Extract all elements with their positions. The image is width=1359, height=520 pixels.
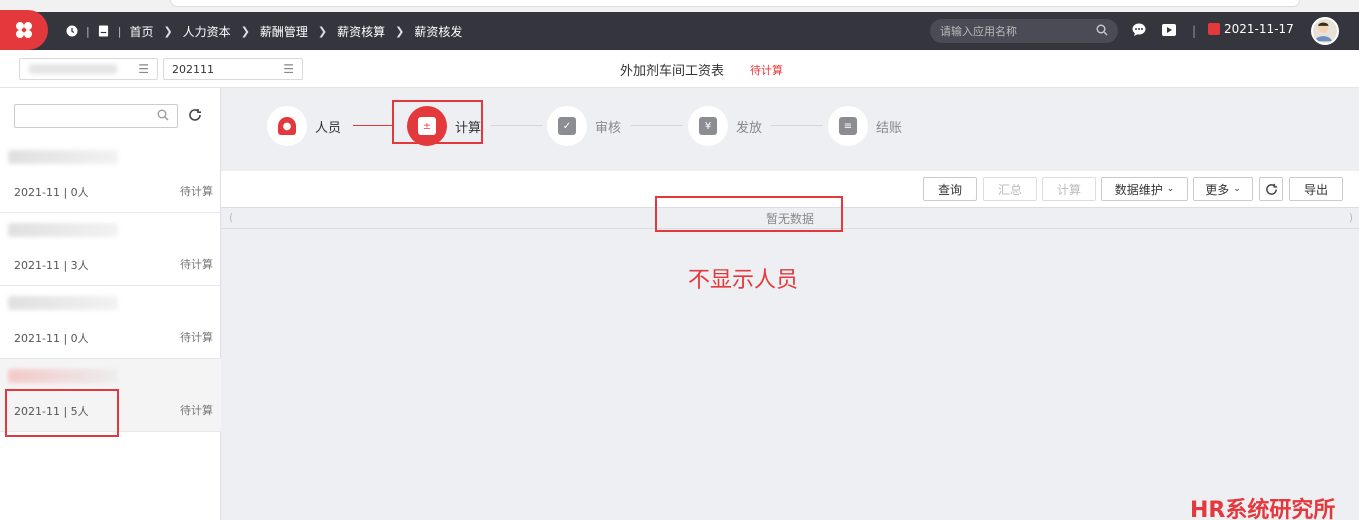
list-search-input[interactable]	[14, 104, 178, 128]
annotation-box-selected-item	[5, 389, 119, 437]
history-clock-icon[interactable]	[66, 25, 78, 37]
list-item[interactable]: 2021-11 | 3人 待计算	[0, 213, 221, 286]
refresh-icon	[1265, 183, 1277, 195]
document-icon[interactable]	[98, 25, 110, 37]
page-title: 外加剂车间工资表	[620, 64, 725, 79]
refresh-icon[interactable]	[188, 108, 202, 126]
annotation-box-empty	[655, 196, 843, 232]
period-select[interactable]: 202111 ☰	[163, 58, 303, 80]
message-icon[interactable]	[1132, 23, 1146, 40]
blurred-item-name	[8, 150, 118, 164]
data-maintain-label: 数据维护	[1114, 182, 1163, 197]
browser-strip	[0, 0, 1359, 12]
list-item-meta: 2021-11 | 3人	[14, 259, 89, 272]
breadcrumb-compensation[interactable]: 薪酬管理	[260, 23, 308, 40]
step-connector	[771, 125, 823, 126]
step-label: 发放	[736, 120, 763, 136]
list-icon: ☰	[138, 62, 149, 76]
step-connector	[491, 125, 543, 126]
list-item-status: 待计算	[180, 185, 213, 198]
status-badge: 待计算	[750, 64, 783, 77]
main-content: ● 人员 ± 计算 ✓ 审核 ¥ 发放 ≡ 结账 查询 汇总 计算 数据维护 ⌄…	[221, 88, 1359, 520]
calendar-icon	[1208, 23, 1220, 35]
more-label: 更多	[1205, 182, 1230, 197]
step-review[interactable]: ✓ 审核	[547, 106, 621, 146]
list-item-status: 待计算	[180, 258, 213, 271]
header-divider: |	[1192, 24, 1197, 38]
sub-header: ☰ 202111 ☰ 外加剂车间工资表 待计算	[0, 50, 1359, 88]
video-icon[interactable]	[1162, 23, 1176, 40]
clipboard-check-icon: ✓	[558, 117, 576, 135]
list-item[interactable]: 2021-11 | 0人 待计算	[0, 286, 221, 359]
blurred-item-name	[8, 296, 118, 310]
chevron-down-icon: ⌄	[1166, 184, 1175, 194]
payroll-list-panel: 2021-11 | 0人 待计算 2021-11 | 3人 待计算 2021-1…	[0, 88, 221, 520]
step-close-account[interactable]: ≡ 结账	[828, 106, 902, 146]
blurred-item-name	[8, 369, 118, 383]
breadcrumb-payroll-accounting[interactable]: 薪资核算	[337, 23, 385, 40]
breadcrumb-payroll-issuing[interactable]: 薪资核发	[414, 23, 462, 40]
calculate-button[interactable]: 计算	[1042, 177, 1096, 201]
breadcrumb-home[interactable]: 首页	[129, 23, 153, 40]
chevron-right-icon: ❯	[395, 24, 405, 38]
blurred-item-name	[8, 223, 118, 237]
header-icons: |	[1132, 23, 1196, 39]
search-placeholder: 请输入应用名称	[940, 25, 1017, 38]
annotation-text: 不显示人员	[688, 268, 799, 293]
list-item-meta: 2021-11 | 0人	[14, 332, 89, 345]
grid-refresh-button[interactable]	[1259, 177, 1283, 201]
list-item-status: 待计算	[180, 331, 213, 344]
chevron-right-icon: ❯	[163, 24, 173, 38]
person-icon: ●	[278, 117, 296, 135]
more-button[interactable]: 更多 ⌄	[1193, 177, 1253, 201]
ledger-icon: ≡	[839, 117, 857, 135]
top-header: | | 首页 ❯ 人力资本 ❯ 薪酬管理 ❯ 薪资核算 ❯ 薪资核发 请输入应用…	[0, 0, 1359, 50]
period-value: 202111	[172, 62, 214, 76]
avatar[interactable]	[1311, 17, 1339, 45]
blurred-org-name	[28, 64, 118, 74]
chevron-down-icon: ⌄	[1233, 184, 1241, 194]
list-item-meta: 2021-11 | 0人	[14, 186, 89, 199]
search-icon[interactable]	[157, 109, 169, 124]
step-label: 审核	[595, 120, 622, 136]
breadcrumb-human-capital[interactable]: 人力资本	[183, 23, 231, 40]
header-date-text: 2021-11-17	[1224, 22, 1294, 36]
search-icon[interactable]	[1096, 24, 1108, 39]
step-payout[interactable]: ¥ 发放	[688, 106, 762, 146]
chevron-right-icon: ❯	[317, 24, 328, 38]
step-connector	[631, 125, 683, 126]
annotation-box-calculate	[392, 100, 483, 144]
list-icon: ☰	[283, 62, 294, 76]
export-button[interactable]: 导出	[1289, 177, 1343, 201]
header-date[interactable]: 2021-11-17	[1208, 22, 1294, 36]
org-select[interactable]: ☰	[19, 58, 158, 80]
list-item[interactable]: 2021-11 | 0人 待计算	[0, 140, 221, 213]
watermark: HR系统研究所	[1190, 498, 1336, 520]
step-label: 人员	[315, 120, 342, 136]
data-maintain-button[interactable]: 数据维护 ⌄	[1101, 177, 1188, 201]
breadcrumb: | | 首页 ❯ 人力资本 ❯ 薪酬管理 ❯ 薪资核算 ❯ 薪资核发	[66, 22, 462, 40]
summary-button[interactable]: 汇总	[983, 177, 1037, 201]
step-label: 结账	[876, 120, 903, 136]
query-button[interactable]: 查询	[923, 177, 977, 201]
chevron-right-icon: ❯	[240, 24, 250, 38]
step-personnel[interactable]: ● 人员	[267, 106, 341, 146]
list-item-status: 待计算	[180, 404, 213, 417]
step-connector	[353, 125, 393, 126]
app-search-input[interactable]: 请输入应用名称	[930, 19, 1118, 43]
yen-icon: ¥	[699, 117, 717, 135]
app-logo-icon[interactable]	[0, 10, 48, 50]
